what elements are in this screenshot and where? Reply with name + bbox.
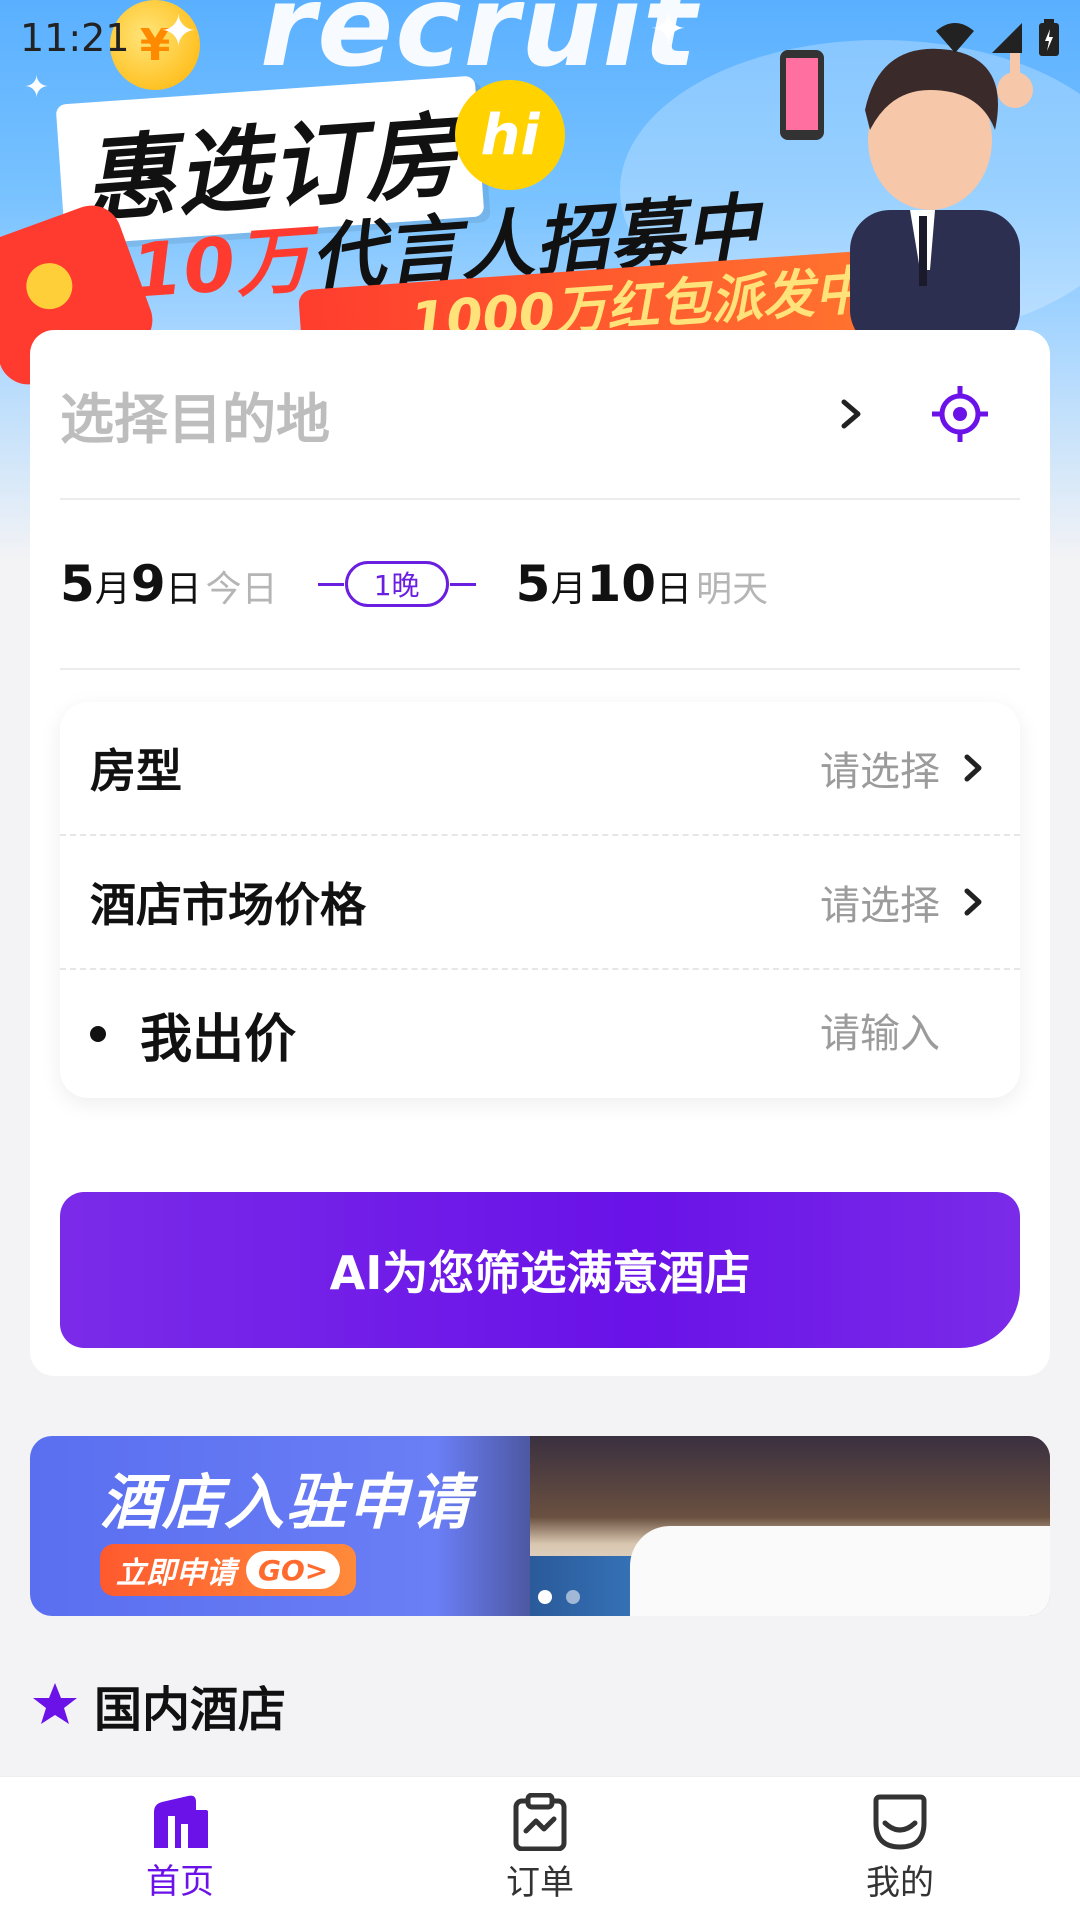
battery-icon bbox=[1039, 19, 1059, 56]
profile-icon bbox=[873, 1794, 927, 1850]
nav-profile[interactable]: 我的 bbox=[780, 1793, 1020, 1904]
required-dot bbox=[90, 1026, 106, 1042]
hi-bubble: hi bbox=[455, 80, 565, 190]
ai-filter-button[interactable]: AI为您筛选满意酒店 bbox=[60, 1192, 1020, 1348]
checkout-note: 明天 bbox=[696, 569, 769, 610]
my-price-row: 我出价 bbox=[60, 970, 1020, 1098]
join-title: 酒店入驻申请 bbox=[100, 1468, 472, 1538]
room-type-value[interactable]: 请选择 bbox=[820, 739, 940, 797]
nav-orders[interactable]: 订单 bbox=[420, 1793, 660, 1904]
checkout-day-unit: 日 bbox=[656, 569, 693, 610]
carousel-dot[interactable] bbox=[538, 1590, 552, 1604]
nav-profile-label: 我的 bbox=[866, 1863, 934, 1903]
checkin-day-unit: 日 bbox=[165, 569, 202, 610]
apply-now-label: 立即申请 bbox=[116, 1556, 236, 1591]
my-price-label: 我出价 bbox=[140, 1009, 297, 1070]
chevron-right-icon[interactable] bbox=[956, 751, 990, 785]
nights-count: 1晚 bbox=[344, 561, 449, 607]
my-price-input[interactable] bbox=[790, 1011, 940, 1057]
nav-orders-label: 订单 bbox=[506, 1863, 574, 1903]
signal-icon bbox=[992, 23, 1022, 53]
checkin-month-unit: 月 bbox=[94, 569, 131, 610]
carousel-dot[interactable] bbox=[566, 1590, 580, 1604]
order-icon bbox=[513, 1793, 567, 1851]
checkin-day: 9 bbox=[130, 555, 166, 613]
booking-card: 选择目的地 5 月 9 日 今日 1晚 5 月 10 日 明天 房型 请选择 酒… bbox=[30, 330, 1050, 1376]
home-icon bbox=[154, 1795, 208, 1848]
nav-home-label: 首页 bbox=[146, 1862, 214, 1902]
go-label: GO> bbox=[246, 1551, 341, 1589]
checkout-day: 10 bbox=[586, 555, 657, 613]
carousel-dots bbox=[538, 1590, 580, 1604]
market-price-value[interactable]: 请选择 bbox=[820, 873, 940, 931]
date-row: 5 月 9 日 今日 1晚 5 月 10 日 明天 bbox=[60, 500, 1020, 670]
locate-icon[interactable] bbox=[930, 384, 990, 444]
domestic-hotels-section: 国内酒店 bbox=[30, 1670, 286, 1740]
hotel-join-banner[interactable]: 酒店入驻申请 立即申请 GO> bbox=[30, 1436, 1050, 1616]
checkout-month: 5 bbox=[515, 555, 551, 613]
checkout-date[interactable]: 5 月 10 日 明天 bbox=[516, 555, 768, 613]
checkin-date[interactable]: 5 月 9 日 今日 bbox=[60, 555, 278, 613]
bottom-nav: 首页 订单 我的 bbox=[0, 1776, 1080, 1920]
status-bar: 11:21 bbox=[0, 0, 1080, 76]
nav-home[interactable]: 首页 bbox=[60, 1794, 300, 1903]
nights-badge: 1晚 bbox=[317, 560, 476, 608]
destination-placeholder[interactable]: 选择目的地 bbox=[60, 375, 830, 454]
destination-row[interactable]: 选择目的地 bbox=[60, 330, 1020, 500]
wifi-icon bbox=[936, 23, 974, 53]
hotel-room-photo bbox=[530, 1436, 1050, 1616]
status-time: 11:21 bbox=[20, 16, 130, 60]
apply-now-button[interactable]: 立即申请 GO> bbox=[100, 1544, 357, 1596]
chevron-right-icon[interactable] bbox=[956, 885, 990, 919]
system-icons bbox=[934, 19, 1060, 57]
bed-shape bbox=[630, 1526, 1050, 1616]
market-price-label: 酒店市场价格 bbox=[90, 878, 366, 932]
checkin-note: 今日 bbox=[205, 569, 278, 610]
room-type-row[interactable]: 房型 请选择 bbox=[60, 702, 1020, 836]
chevron-right-icon[interactable] bbox=[830, 394, 870, 434]
room-type-label: 房型 bbox=[90, 744, 182, 798]
star-icon bbox=[33, 1683, 77, 1724]
checkin-month: 5 bbox=[60, 555, 95, 613]
banner-subtitle-number: 10万 bbox=[128, 216, 314, 315]
options-panel: 房型 请选择 酒店市场价格 请选择 我出价 bbox=[60, 702, 1020, 1098]
market-price-row[interactable]: 酒店市场价格 请选择 bbox=[60, 836, 1020, 970]
section-title: 国内酒店 bbox=[94, 1682, 287, 1738]
checkout-month-unit: 月 bbox=[550, 569, 587, 610]
